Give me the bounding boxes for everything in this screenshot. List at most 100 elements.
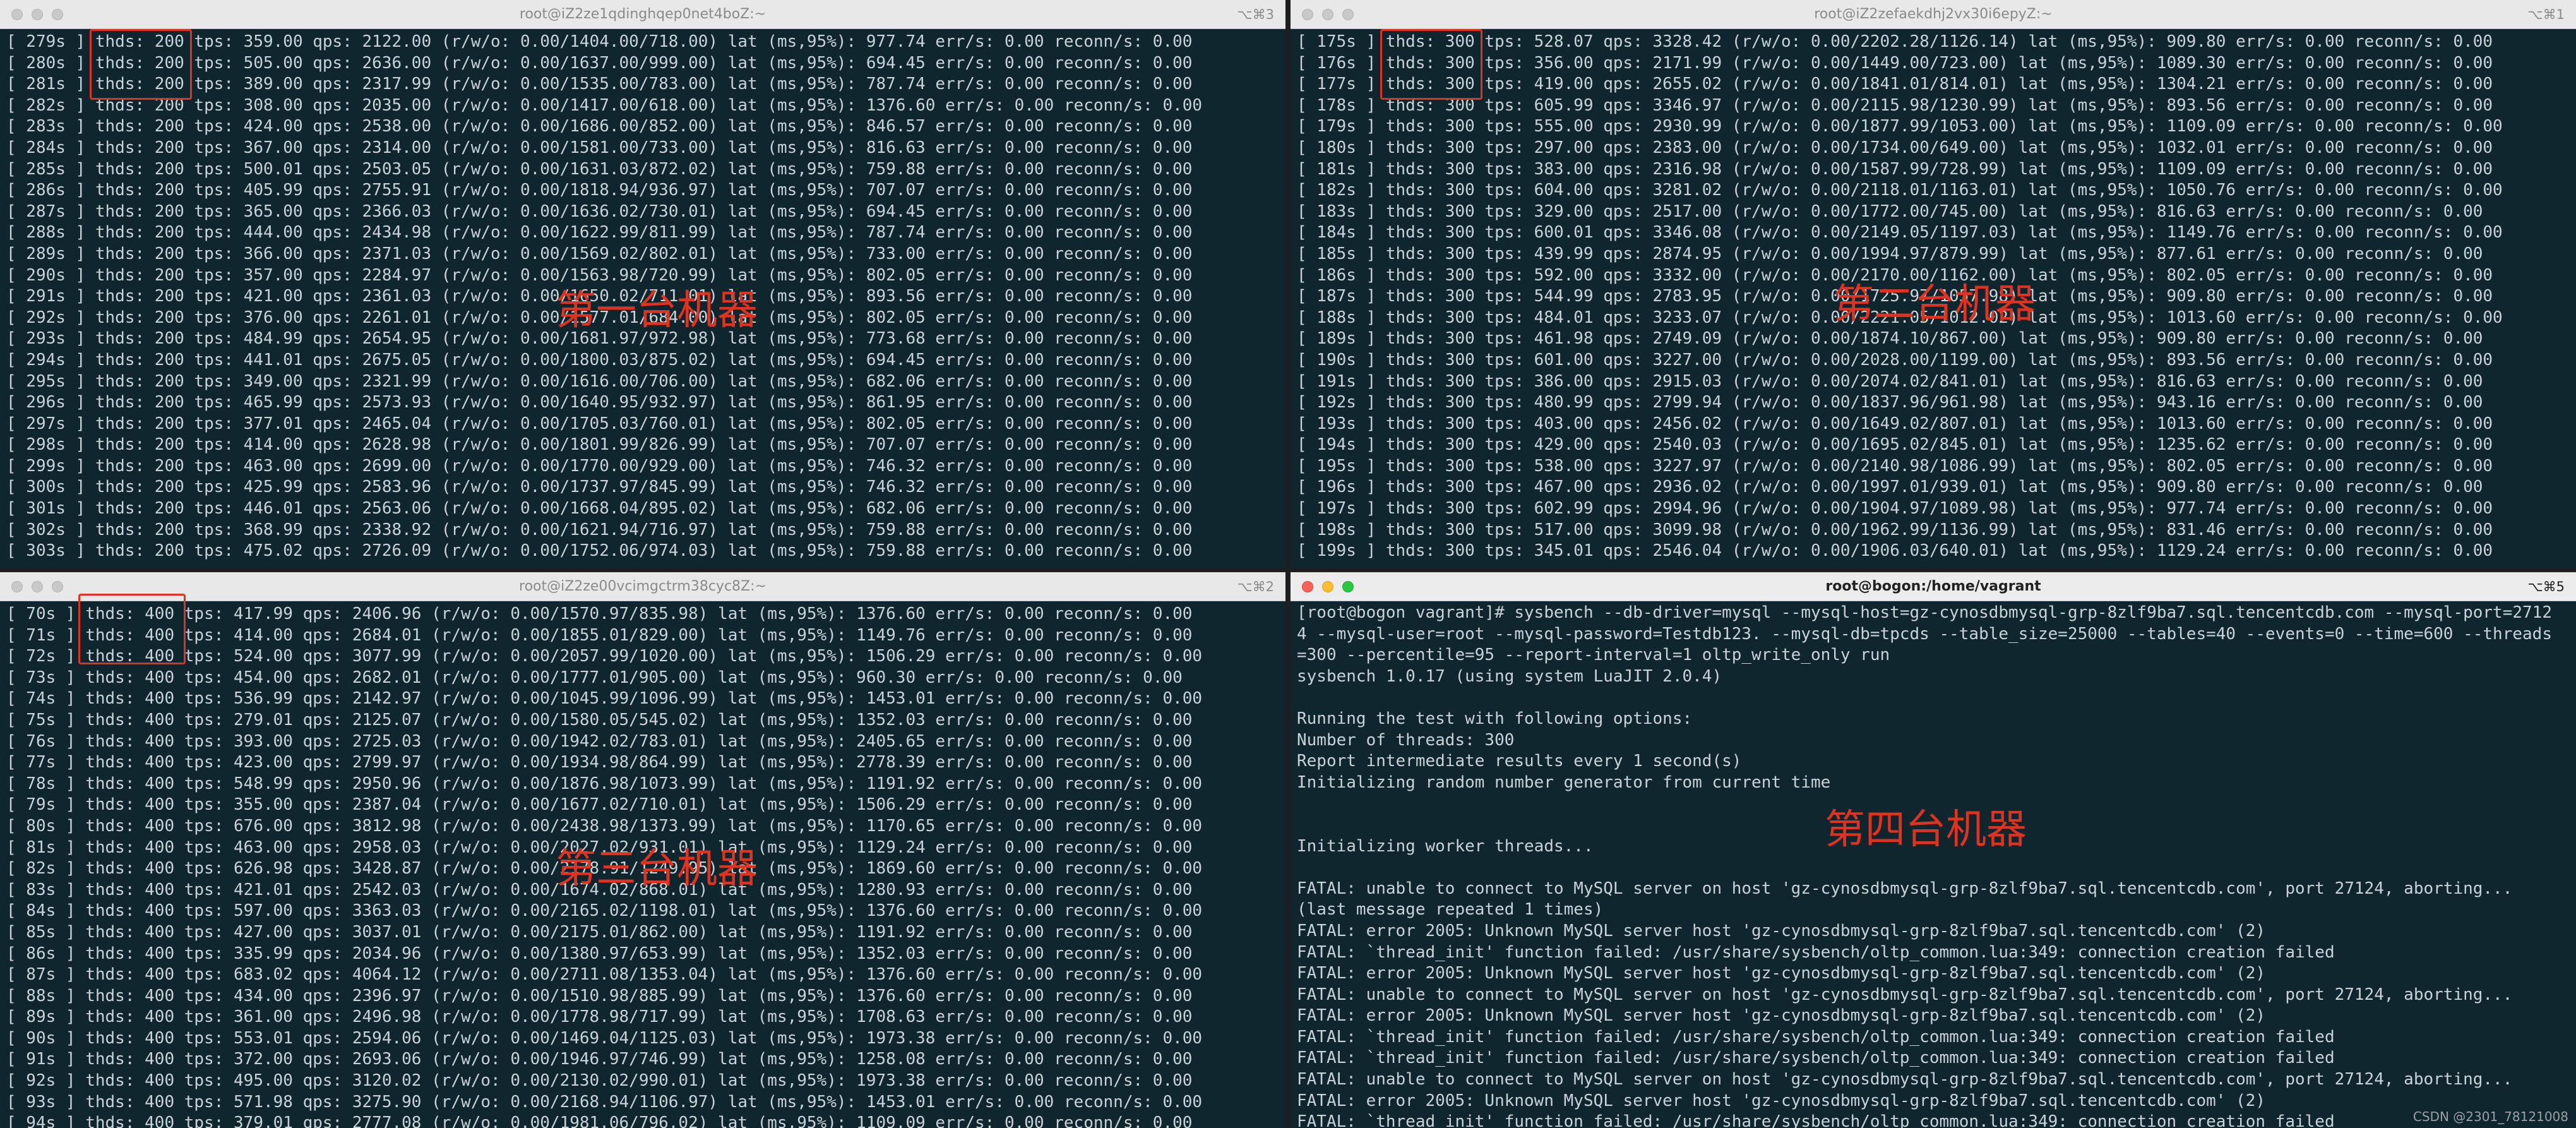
terminal-line: [ 71s ] thds: 400 tps: 414.00 qps: 2684.… [6,625,1193,645]
terminal-window-4[interactable]: root@bogon:/home/vagrant ⌥⌘5 [root@bogon… [1291,572,2576,1128]
window-title: root@iZ2ze1qdinghqep0net4boZ:~ [519,6,766,22]
terminal-line: [ 196s ] thds: 300 tps: 467.00 qps: 2936… [1297,477,2483,497]
terminal-line: [ 77s ] thds: 400 tps: 423.00 qps: 2799.… [6,753,1193,772]
terminal-line: [ 74s ] thds: 400 tps: 536.99 qps: 2142.… [6,689,1203,709]
terminal-line: FATAL: unable to connect to MySQL server… [1297,985,2513,1004]
terminal-line: FATAL: error 2005: Unknown MySQL server … [1297,1091,2266,1110]
terminal-line: [ 85s ] thds: 400 tps: 427.00 qps: 3037.… [6,922,1193,942]
terminal-line: [root@bogon vagrant]# sysbench --db-driv… [1297,603,2552,622]
terminal-line: [ 279s ] thds: 200 tps: 359.00 qps: 2122… [6,32,1193,51]
terminal-line: [ 80s ] thds: 400 tps: 676.00 qps: 3812.… [6,816,1203,836]
terminal-line: Report intermediate results every 1 seco… [1297,752,1742,771]
window-shortcut: ⌥⌘1 [2527,7,2565,22]
terminal-line: FATAL: `thread_init' function failed: /u… [1297,1112,2335,1128]
terminal-line: [ 297s ] thds: 200 tps: 377.01 qps: 2465… [6,414,1193,433]
terminal-line: [ 179s ] thds: 300 tps: 555.00 qps: 2930… [1297,117,2503,136]
terminal-line: [ 280s ] thds: 200 tps: 505.00 qps: 2636… [6,53,1193,73]
window-title: root@iZ2zefaekdhj2vx30i6epyZ:~ [1814,6,2053,22]
terminal-line: [ 181s ] thds: 300 tps: 383.00 qps: 2316… [1297,159,2493,179]
terminal-window-2[interactable]: root@iZ2zefaekdhj2vx30i6epyZ:~ ⌥⌘1 [ 175… [1291,0,2576,568]
terminal-line: [ 91s ] thds: 400 tps: 372.00 qps: 2693.… [6,1050,1193,1069]
terminal-line: [ 189s ] thds: 300 tps: 461.98 qps: 2749… [1297,329,2483,349]
thds-highlight-box [1380,29,1482,100]
terminal-window-1[interactable]: root@iZ2ze1qdinghqep0net4boZ:~ ⌥⌘3 [ 279… [0,0,1285,568]
terminal-line: [ 281s ] thds: 200 tps: 389.00 qps: 2317… [6,75,1193,94]
terminal-line: [ 191s ] thds: 300 tps: 386.00 qps: 2915… [1297,371,2483,391]
terminal-line: FATAL: error 2005: Unknown MySQL server … [1297,921,2266,940]
terminal-line: [ 198s ] thds: 300 tps: 517.00 qps: 3099… [1297,520,2493,539]
terminal-line: [ 183s ] thds: 300 tps: 329.00 qps: 2517… [1297,201,2483,221]
terminal-line: [ 294s ] thds: 200 tps: 441.01 qps: 2675… [6,350,1193,369]
terminal-line: [ 194s ] thds: 300 tps: 429.00 qps: 2540… [1297,435,2493,455]
terminal-line: [ 75s ] thds: 400 tps: 279.01 qps: 2125.… [6,710,1193,729]
terminal-line: [ 70s ] thds: 400 tps: 417.99 qps: 2406.… [6,604,1193,623]
window-shortcut: ⌥⌘5 [2527,579,2565,594]
terminal-line: [ 190s ] thds: 300 tps: 601.00 qps: 3227… [1297,350,2493,369]
terminal-line: [ 192s ] thds: 300 tps: 480.99 qps: 2799… [1297,393,2483,412]
terminal-line: sysbench 1.0.17 (using system LuaJIT 2.0… [1297,666,1722,686]
terminal-line: [ 299s ] thds: 200 tps: 463.00 qps: 2699… [6,456,1193,476]
terminal-line: [ 195s ] thds: 300 tps: 538.00 qps: 3227… [1297,456,2493,476]
machine-label: 第一台机器 [556,287,758,334]
terminal-line: (last message repeated 1 times) [1297,900,1604,920]
titlebar[interactable]: root@iZ2ze1qdinghqep0net4boZ:~ ⌥⌘3 [0,0,1285,29]
terminal-line: Number of threads: 300 [1297,730,1515,750]
terminal-line: FATAL: `thread_init' function failed: /u… [1297,1048,2335,1068]
terminal-line: [ 199s ] thds: 300 tps: 345.01 qps: 2546… [1297,541,2493,561]
terminal-line: =300 --percentile=95 --report-interval=1… [1297,645,1890,665]
terminal-line: [ 92s ] thds: 400 tps: 495.00 qps: 3120.… [6,1071,1193,1091]
terminal-line: FATAL: unable to connect to MySQL server… [1297,1070,2513,1089]
terminal-line: [ 303s ] thds: 200 tps: 475.02 qps: 2726… [6,541,1193,561]
terminal-line: 4 --mysql-user=root --mysql-password=Tes… [1297,624,2552,644]
window-shortcut: ⌥⌘3 [1237,7,1274,22]
titlebar[interactable]: root@iZ2ze00vcimgctrm38cyc8Z:~ ⌥⌘2 [0,572,1285,601]
terminal-line: FATAL: unable to connect to MySQL server… [1297,879,2513,898]
terminal-line: [ 286s ] thds: 200 tps: 405.99 qps: 2755… [6,181,1193,200]
watermark: CSDN @2301_78121008 [2412,1109,2568,1124]
terminal-line: [ 87s ] thds: 400 tps: 683.02 qps: 4064.… [6,965,1203,985]
terminal-line: [ 295s ] thds: 200 tps: 349.00 qps: 2321… [6,371,1193,391]
terminal-line: [ 79s ] thds: 400 tps: 355.00 qps: 2387.… [6,795,1193,815]
terminal-line: [ 72s ] thds: 400 tps: 524.00 qps: 3077.… [6,647,1203,666]
terminal-line: [ 298s ] thds: 200 tps: 414.00 qps: 2628… [6,435,1193,455]
terminal-line: [ 177s ] thds: 300 tps: 419.00 qps: 2655… [1297,75,2493,94]
terminal-line: [ 296s ] thds: 200 tps: 465.99 qps: 2573… [6,393,1193,412]
terminal-line: [ 285s ] thds: 200 tps: 500.01 qps: 2503… [6,159,1193,179]
terminal-line: [ 284s ] thds: 200 tps: 367.00 qps: 2314… [6,138,1193,157]
terminal-line: [ 78s ] thds: 400 tps: 548.99 qps: 2950.… [6,774,1203,793]
machine-label: 第二台机器 [1834,281,2036,328]
window-title: root@bogon:/home/vagrant [1825,579,2041,594]
terminal-line: FATAL: error 2005: Unknown MySQL server … [1297,1006,2266,1026]
terminal-line: [ 73s ] thds: 400 tps: 454.00 qps: 2682.… [6,668,1183,687]
terminal-line: [ 300s ] thds: 200 tps: 425.99 qps: 2583… [6,477,1193,497]
terminal-window-3[interactable]: root@iZ2ze00vcimgctrm38cyc8Z:~ ⌥⌘2 [ 70s… [0,572,1285,1128]
thds-highlight-box [90,29,192,100]
terminal-line: [ 93s ] thds: 400 tps: 571.98 qps: 3275.… [6,1092,1203,1112]
terminal-line: [ 175s ] thds: 300 tps: 528.07 qps: 3328… [1297,32,2493,51]
terminal-line: [ 287s ] thds: 200 tps: 365.00 qps: 2366… [6,201,1193,221]
terminal-line: [ 193s ] thds: 300 tps: 403.00 qps: 2456… [1297,414,2493,433]
thds-highlight-box [78,594,186,664]
terminal-line: FATAL: error 2005: Unknown MySQL server … [1297,964,2266,983]
terminal-line: [ 185s ] thds: 300 tps: 439.99 qps: 2874… [1297,244,2483,263]
terminal-line: [ 88s ] thds: 400 tps: 434.00 qps: 2396.… [6,986,1193,1005]
window-title: root@iZ2ze00vcimgctrm38cyc8Z:~ [519,579,766,594]
terminal-line: Initializing random number generator fro… [1297,772,1831,792]
terminal-line: [ 302s ] thds: 200 tps: 368.99 qps: 2338… [6,520,1193,539]
terminal-output[interactable]: [root@bogon vagrant]# sysbench --db-driv… [1291,601,2576,1128]
terminal-line: Running the test with following options: [1297,709,1693,728]
terminal-line: FATAL: `thread_init' function failed: /u… [1297,942,2335,962]
window-shortcut: ⌥⌘2 [1237,579,1274,594]
titlebar[interactable]: root@iZ2zefaekdhj2vx30i6epyZ:~ ⌥⌘1 [1291,0,2576,29]
terminal-line: [ 84s ] thds: 400 tps: 597.00 qps: 3363.… [6,901,1203,921]
machine-label: 第四台机器 [1825,807,2027,853]
terminal-line: [ 283s ] thds: 200 tps: 424.00 qps: 2538… [6,117,1193,136]
terminal-line: [ 180s ] thds: 300 tps: 297.00 qps: 2383… [1297,138,2493,157]
terminal-line: [ 289s ] thds: 200 tps: 366.00 qps: 2371… [6,244,1193,263]
terminal-line: [ 301s ] thds: 200 tps: 446.01 qps: 2563… [6,499,1193,519]
terminal-line: [ 94s ] thds: 400 tps: 379.01 qps: 2777.… [6,1113,1193,1128]
terminal-line: [ 90s ] thds: 400 tps: 553.01 qps: 2594.… [6,1028,1203,1048]
titlebar[interactable]: root@bogon:/home/vagrant ⌥⌘5 [1291,572,2576,601]
terminal-line: [ 89s ] thds: 400 tps: 361.00 qps: 2496.… [6,1007,1193,1027]
